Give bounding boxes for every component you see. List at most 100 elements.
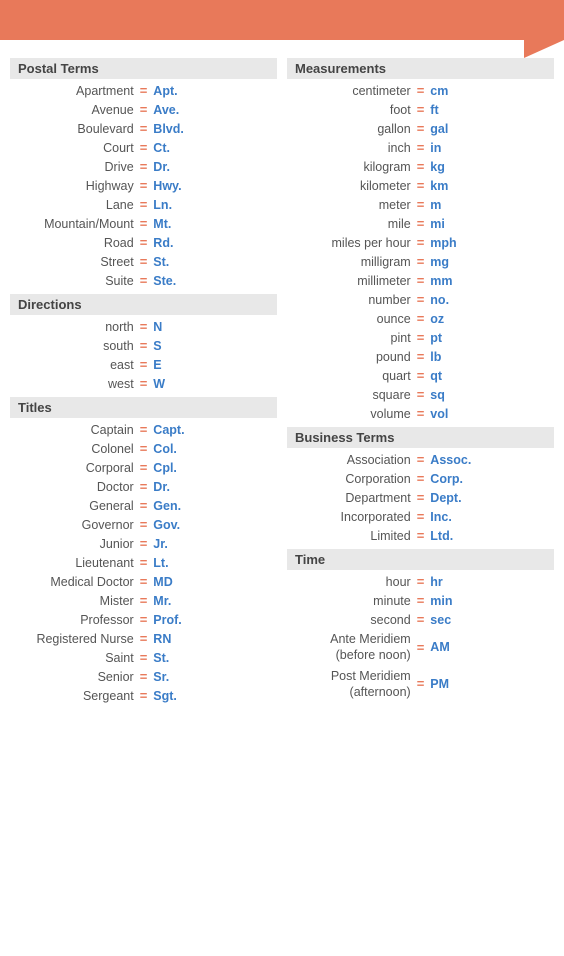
- equals-sign: =: [140, 273, 148, 288]
- term-label: Ante Meridiem (before noon): [291, 631, 411, 664]
- list-item: gallon=gal: [287, 119, 554, 138]
- equals-sign: =: [140, 254, 148, 269]
- equals-sign: =: [140, 498, 148, 513]
- abbreviation-label: in: [430, 141, 550, 155]
- term-label: Professor: [14, 613, 134, 627]
- section-header-titles: Titles: [10, 397, 277, 418]
- term-label: mile: [291, 217, 411, 231]
- list-item: General=Gen.: [10, 496, 277, 515]
- abbreviation-label: ft: [430, 103, 550, 117]
- term-label: second: [291, 613, 411, 627]
- term-label: miles per hour: [291, 236, 411, 250]
- equals-sign: =: [417, 490, 425, 505]
- equals-sign: =: [417, 452, 425, 467]
- abbreviation-label: Blvd.: [153, 122, 273, 136]
- term-label: inch: [291, 141, 411, 155]
- list-item: Drive=Dr.: [10, 157, 277, 176]
- section-business: Business TermsAssociation=Assoc.Corporat…: [287, 427, 554, 545]
- list-item: Department=Dept.: [287, 488, 554, 507]
- abbreviation-label: Hwy.: [153, 179, 273, 193]
- abbreviation-label: min: [430, 594, 550, 608]
- equals-sign: =: [417, 509, 425, 524]
- list-item: meter=m: [287, 195, 554, 214]
- term-label: Mister: [14, 594, 134, 608]
- section-postal: Postal TermsApartment=Apt.Avenue=Ave.Bou…: [10, 58, 277, 290]
- abbreviation-label: N: [153, 320, 273, 334]
- abbreviation-label: E: [153, 358, 273, 372]
- term-label: Junior: [14, 537, 134, 551]
- equals-sign: =: [140, 555, 148, 570]
- abbreviation-label: Prof.: [153, 613, 273, 627]
- list-item: Senior=Sr.: [10, 667, 277, 686]
- list-item: Post Meridiem (afternoon)=PM: [287, 666, 554, 703]
- equals-sign: =: [417, 349, 425, 364]
- section-header-postal: Postal Terms: [10, 58, 277, 79]
- term-label: square: [291, 388, 411, 402]
- section-titles: TitlesCaptain=Capt.Colonel=Col.Corporal=…: [10, 397, 277, 705]
- term-label: pound: [291, 350, 411, 364]
- term-label: Doctor: [14, 480, 134, 494]
- list-item: mile=mi: [287, 214, 554, 233]
- abbreviation-label: Corp.: [430, 472, 550, 486]
- equals-sign: =: [140, 197, 148, 212]
- abbreviation-label: Apt.: [153, 84, 273, 98]
- equals-sign: =: [417, 311, 425, 326]
- list-item: Lane=Ln.: [10, 195, 277, 214]
- list-item: Mountain/Mount=Mt.: [10, 214, 277, 233]
- equals-sign: =: [417, 197, 425, 212]
- equals-sign: =: [140, 460, 148, 475]
- term-label: Lane: [14, 198, 134, 212]
- term-label: Drive: [14, 160, 134, 174]
- term-label: Apartment: [14, 84, 134, 98]
- equals-sign: =: [417, 178, 425, 193]
- list-item: Colonel=Col.: [10, 439, 277, 458]
- abbreviation-label: gal: [430, 122, 550, 136]
- term-label: Sergeant: [14, 689, 134, 703]
- list-item: south=S: [10, 336, 277, 355]
- term-label: Limited: [291, 529, 411, 543]
- list-item: quart=qt: [287, 366, 554, 385]
- abbreviation-label: sec: [430, 613, 550, 627]
- abbreviation-label: kg: [430, 160, 550, 174]
- term-label: Saint: [14, 651, 134, 665]
- section-header-directions: Directions: [10, 294, 277, 315]
- equals-sign: =: [417, 406, 425, 421]
- equals-sign: =: [417, 574, 425, 589]
- equals-sign: =: [140, 612, 148, 627]
- list-item: second=sec: [287, 610, 554, 629]
- term-label: ounce: [291, 312, 411, 326]
- term-label: quart: [291, 369, 411, 383]
- abbreviation-label: lb: [430, 350, 550, 364]
- list-item: foot=ft: [287, 100, 554, 119]
- term-label: Senior: [14, 670, 134, 684]
- list-item: millimeter=mm: [287, 271, 554, 290]
- list-item: Avenue=Ave.: [10, 100, 277, 119]
- list-item: north=N: [10, 317, 277, 336]
- equals-sign: =: [140, 216, 148, 231]
- list-item: Governor=Gov.: [10, 515, 277, 534]
- equals-sign: =: [140, 631, 148, 646]
- list-item: hour=hr: [287, 572, 554, 591]
- list-item: volume=vol: [287, 404, 554, 423]
- equals-sign: =: [417, 254, 425, 269]
- equals-sign: =: [140, 688, 148, 703]
- list-item: pint=pt: [287, 328, 554, 347]
- term-label: Highway: [14, 179, 134, 193]
- equals-sign: =: [140, 319, 148, 334]
- term-label: Governor: [14, 518, 134, 532]
- equals-sign: =: [140, 593, 148, 608]
- abbreviation-label: Jr.: [153, 537, 273, 551]
- content-area: Postal TermsApartment=Apt.Avenue=Ave.Bou…: [0, 40, 564, 719]
- term-label: Department: [291, 491, 411, 505]
- equals-sign: =: [417, 368, 425, 383]
- term-label: south: [14, 339, 134, 353]
- abbreviation-label: Inc.: [430, 510, 550, 524]
- abbreviation-label: Gen.: [153, 499, 273, 513]
- term-label: west: [14, 377, 134, 391]
- equals-sign: =: [417, 140, 425, 155]
- abbreviation-label: S: [153, 339, 273, 353]
- term-label: gallon: [291, 122, 411, 136]
- abbreviation-label: Capt.: [153, 423, 273, 437]
- equals-sign: =: [140, 479, 148, 494]
- equals-sign: =: [417, 273, 425, 288]
